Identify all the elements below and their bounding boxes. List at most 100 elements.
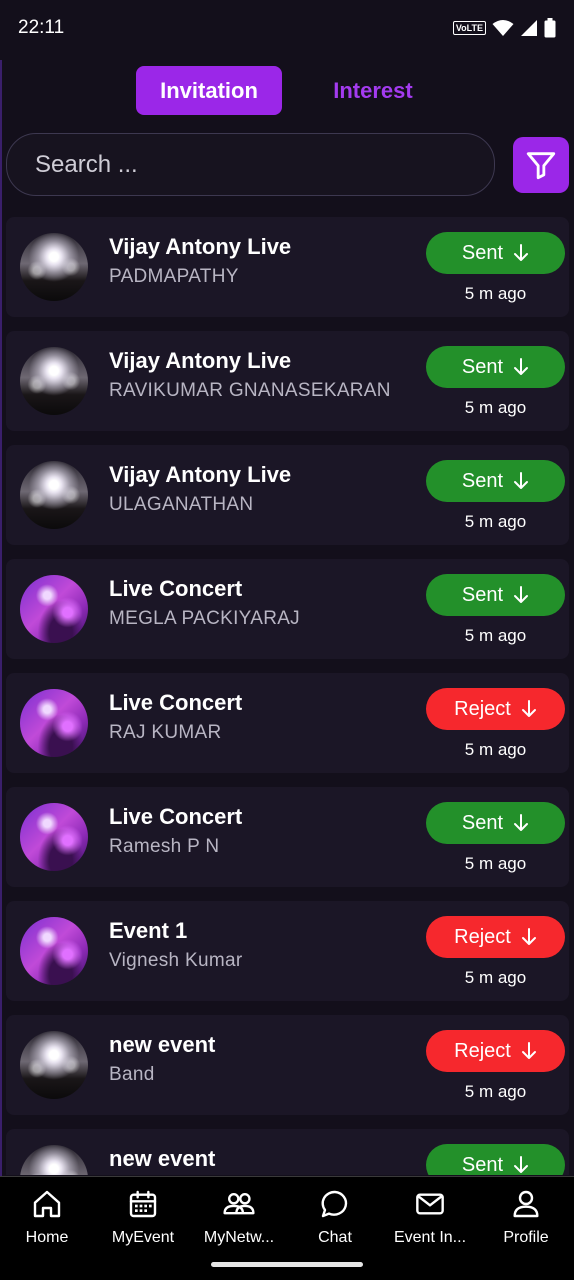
invitee-name: RAVIKUMAR GNANASEKARAN bbox=[109, 380, 391, 401]
time-ago: 5 m ago bbox=[464, 626, 527, 645]
event-title: Live Concert bbox=[109, 804, 243, 829]
status-button[interactable]: Reject bbox=[426, 916, 565, 958]
people-icon bbox=[223, 1192, 255, 1214]
wifi-icon bbox=[492, 20, 514, 36]
status-button[interactable]: Sent bbox=[426, 232, 565, 274]
list-item[interactable]: Live Concert Ramesh P N Sent 5 m ago bbox=[6, 787, 569, 887]
arrow-down-icon bbox=[521, 928, 536, 945]
arrow-down-icon bbox=[514, 586, 529, 603]
list-item[interactable]: Vijay Antony Live ULAGANATHAN Sent 5 m a… bbox=[6, 445, 569, 545]
home-icon bbox=[33, 1190, 61, 1217]
list-item[interactable]: Live Concert MEGLA PACKIYARAJ Sent 5 m a… bbox=[6, 559, 569, 659]
nav-event-invitation[interactable]: Event In... bbox=[382, 1187, 478, 1247]
status-label: Sent bbox=[461, 583, 504, 606]
list-item[interactable]: Live Concert RAJ KUMAR Reject 5 m ago bbox=[6, 673, 569, 773]
list-item[interactable]: new event Band Reject 5 m ago bbox=[6, 1015, 569, 1115]
tab-interest[interactable]: Interest bbox=[300, 66, 446, 115]
event-avatar bbox=[20, 233, 88, 301]
status-button[interactable]: Sent bbox=[426, 802, 565, 844]
list-item[interactable]: new event Sent bbox=[6, 1129, 569, 1175]
filter-icon bbox=[526, 152, 556, 180]
nav-home[interactable]: Home bbox=[0, 1187, 95, 1247]
status-label: Reject bbox=[454, 697, 511, 720]
nav-myevent[interactable]: MyEvent bbox=[95, 1187, 191, 1247]
time-ago: 5 m ago bbox=[464, 854, 527, 873]
event-title: Live Concert bbox=[109, 576, 243, 601]
event-title: new event bbox=[109, 1032, 216, 1057]
time-ago: 5 m ago bbox=[464, 512, 527, 531]
status-bar: 22:11 VoLTE bbox=[0, 0, 574, 56]
status-label: Sent bbox=[461, 469, 504, 492]
time-ago: 5 m ago bbox=[464, 968, 527, 987]
event-title: Vijay Antony Live bbox=[109, 234, 292, 259]
invitee-name: Vignesh Kumar bbox=[109, 950, 243, 971]
time-ago: 5 m ago bbox=[464, 398, 527, 417]
nav-label: Home bbox=[25, 1229, 69, 1246]
status-button[interactable]: Sent bbox=[426, 1144, 565, 1175]
invitee-name: Ramesh P N bbox=[109, 836, 220, 857]
status-time: 22:11 bbox=[18, 17, 65, 38]
event-title: Vijay Antony Live bbox=[109, 462, 292, 487]
event-avatar bbox=[20, 575, 88, 643]
status-label: Reject bbox=[454, 925, 511, 948]
user-icon bbox=[513, 1190, 539, 1217]
chat-icon bbox=[321, 1190, 348, 1217]
invitee-name: Band bbox=[109, 1064, 155, 1085]
status-icons: VoLTE bbox=[452, 18, 556, 38]
event-title: Live Concert bbox=[109, 690, 243, 715]
arrow-down-icon bbox=[514, 472, 529, 489]
volte-icon: VoLTE bbox=[452, 21, 486, 35]
nav-label: MyEvent bbox=[111, 1229, 175, 1246]
event-avatar bbox=[20, 347, 88, 415]
mail-icon bbox=[416, 1192, 444, 1215]
event-title: Vijay Antony Live bbox=[109, 348, 292, 373]
nav-label: Event In... bbox=[393, 1229, 467, 1246]
event-title: Event 1 bbox=[109, 918, 188, 943]
event-avatar bbox=[20, 1031, 88, 1099]
list-item[interactable]: Vijay Antony Live RAVIKUMAR GNANASEKARAN… bbox=[6, 331, 569, 431]
nav-label: Profile bbox=[503, 1229, 549, 1246]
event-title: new event bbox=[109, 1146, 216, 1171]
arrow-down-icon bbox=[521, 700, 536, 717]
status-label: Sent bbox=[461, 241, 504, 264]
arrow-down-icon bbox=[514, 814, 529, 831]
list-item[interactable]: Vijay Antony Live PADMAPATHY Sent 5 m ag… bbox=[6, 217, 569, 317]
status-button[interactable]: Reject bbox=[426, 688, 565, 730]
event-avatar bbox=[20, 461, 88, 529]
nav-mynetwork[interactable]: MyNetw... bbox=[191, 1187, 287, 1247]
home-indicator[interactable] bbox=[211, 1262, 363, 1267]
filter-button[interactable] bbox=[513, 137, 569, 193]
time-ago: 5 m ago bbox=[464, 740, 527, 759]
signal-icon bbox=[521, 20, 537, 36]
tab-invitation[interactable]: Invitation bbox=[136, 66, 282, 115]
arrow-down-icon bbox=[521, 1042, 536, 1059]
invitee-name: ULAGANATHAN bbox=[109, 494, 254, 515]
arrow-down-icon bbox=[514, 244, 529, 261]
search-input[interactable] bbox=[35, 150, 455, 179]
invitee-name: PADMAPATHY bbox=[109, 266, 239, 287]
event-avatar bbox=[20, 803, 88, 871]
nav-chat[interactable]: Chat bbox=[287, 1187, 383, 1247]
search-box[interactable] bbox=[6, 133, 495, 196]
status-label: Reject bbox=[454, 1039, 511, 1062]
status-button[interactable]: Sent bbox=[426, 460, 565, 502]
tab-bar: Invitation Interest bbox=[0, 66, 574, 116]
status-button[interactable]: Sent bbox=[426, 346, 565, 388]
time-ago: 5 m ago bbox=[464, 284, 527, 303]
nav-label: Chat bbox=[318, 1229, 352, 1246]
arrow-down-icon bbox=[514, 1156, 529, 1173]
nav-profile[interactable]: Profile bbox=[478, 1187, 574, 1247]
invitee-name: MEGLA PACKIYARAJ bbox=[109, 608, 300, 629]
list-item[interactable]: Event 1 Vignesh Kumar Reject 5 m ago bbox=[6, 901, 569, 1001]
event-avatar bbox=[20, 689, 88, 757]
invitee-name: RAJ KUMAR bbox=[109, 722, 222, 743]
arrow-down-icon bbox=[514, 358, 529, 375]
time-ago: 5 m ago bbox=[464, 1082, 527, 1101]
status-label: Sent bbox=[461, 811, 504, 834]
event-avatar bbox=[20, 1145, 88, 1175]
status-label: Sent bbox=[461, 355, 504, 378]
status-button[interactable]: Reject bbox=[426, 1030, 565, 1072]
battery-icon bbox=[544, 18, 556, 38]
calendar-icon bbox=[129, 1190, 157, 1217]
status-button[interactable]: Sent bbox=[426, 574, 565, 616]
